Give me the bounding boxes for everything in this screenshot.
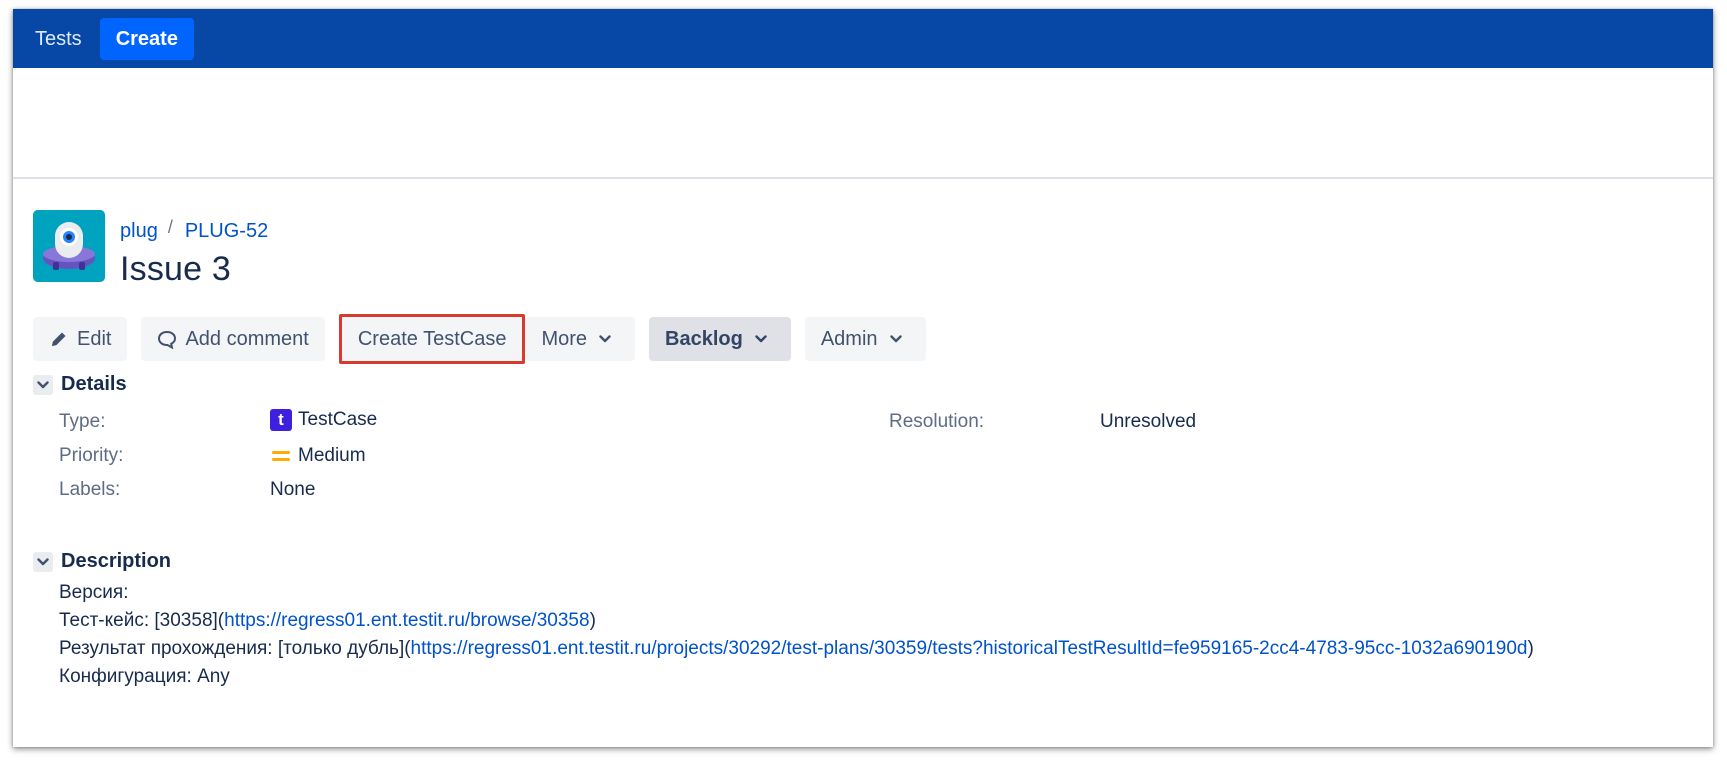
issue-toolbar: Edit Add comment Create TestCase More Ba… [33,314,940,364]
description-line: Результат прохождения: [только дубль](ht… [59,635,1534,663]
type-label: Type: [59,411,106,432]
description-text: ) [1527,638,1534,659]
admin-dropdown-button[interactable]: Admin [804,317,926,361]
issue-page-window: Tests Create plug / PLUG-52 Issue 3 Edit… [13,9,1713,747]
announcement-banner [13,68,1713,179]
breadcrumb: plug / PLUG-52 [120,217,268,243]
admin-label: Admin [820,327,878,350]
chevron-down-icon [33,551,53,572]
details-section-toggle[interactable]: Details [33,373,127,396]
top-navigation: Tests Create [13,9,1713,68]
type-value: t TestCase [270,409,377,431]
more-dropdown-button[interactable]: More [525,317,636,361]
backlog-label: Backlog [665,327,743,350]
description-text: ) [589,610,596,631]
create-testcase-button[interactable]: Create TestCase [338,314,526,364]
edit-button[interactable]: Edit [33,317,128,361]
pencil-icon [52,332,66,346]
description-heading: Description [61,550,172,572]
description-line: Тест-кейс: [30358](https://regress01.ent… [59,607,1534,635]
resolution-value: Unresolved [1100,411,1197,432]
priority-label: Priority: [59,445,124,466]
priority-value-text: Medium [298,445,366,466]
testcase-link[interactable]: https://regress01.ent.testit.ru/browse/3… [224,610,589,631]
testcase-type-icon: t [270,409,292,431]
breadcrumb-separator: / [167,217,173,237]
project-avatar-icon[interactable] [33,210,105,282]
description-section-toggle[interactable]: Description [33,550,171,573]
resolution-label: Resolution: [889,411,985,432]
breadcrumb-project-link[interactable]: plug [120,220,158,243]
breadcrumb-issue-link[interactable]: PLUG-52 [185,220,268,243]
edit-button-label: Edit [77,327,112,350]
priority-medium-icon [272,449,290,463]
comment-icon [158,330,177,349]
description-line: Версия: [59,582,129,603]
workflow-status-button[interactable]: Backlog [649,317,791,361]
issue-header: plug / PLUG-52 Issue 3 [33,210,1433,290]
chevron-down-icon [889,335,910,343]
nav-create-button[interactable]: Create [99,17,194,60]
labels-value: None [270,479,316,500]
details-heading: Details [61,373,127,395]
chevron-down-icon [755,335,775,343]
priority-value: Medium [272,445,366,467]
type-value-text: TestCase [298,409,378,430]
test-result-link[interactable]: https://regress01.ent.testit.ru/projects… [411,638,1528,659]
description-text: Тест-кейс: [30358]( [59,610,225,631]
page-title: Issue 3 [120,250,232,288]
add-comment-button[interactable]: Add comment [141,317,325,361]
labels-label: Labels: [59,479,121,500]
create-testcase-label: Create TestCase [357,327,507,350]
nav-tests[interactable]: Tests [23,18,94,60]
description-line: Конфигурация: Any [59,666,230,687]
chevron-down-icon [599,335,619,343]
more-label: More [541,327,588,350]
description-text: Результат прохождения: [только дубль]( [59,638,411,659]
description-body: Версия: Тест-кейс: [30358](https://regre… [59,579,1534,691]
add-comment-label: Add comment [185,327,309,350]
chevron-down-icon [33,374,53,395]
